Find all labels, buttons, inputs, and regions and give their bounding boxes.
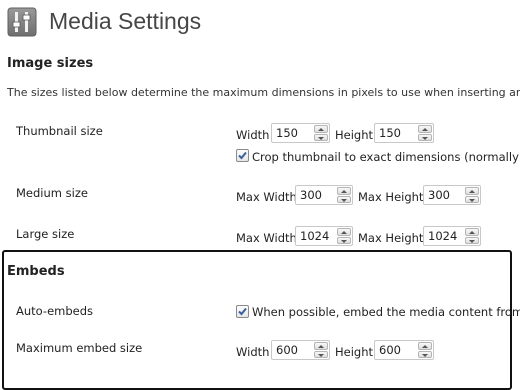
spin-down-icon[interactable] xyxy=(337,236,351,244)
checkmark-icon xyxy=(238,307,247,316)
crop-thumbnail-checkbox[interactable] xyxy=(236,149,249,162)
crop-thumbnail-label: Crop thumbnail to exact dimensions (norm… xyxy=(252,150,520,164)
thumbnail-width-value: 150 xyxy=(276,126,298,140)
embeds-highlight-box xyxy=(2,250,512,390)
auto-embeds-text: When possible, embed the media content f… xyxy=(252,305,520,319)
embed-height-input[interactable]: 600 xyxy=(374,340,434,360)
checkmark-icon xyxy=(238,151,247,160)
spin-down-icon[interactable] xyxy=(465,236,479,244)
page-title: Media Settings xyxy=(49,8,202,34)
section-title-embeds: Embeds xyxy=(7,264,65,279)
large-width-label: Max Width xyxy=(236,231,297,245)
spin-down-icon[interactable] xyxy=(418,350,432,358)
auto-embeds-checkbox[interactable] xyxy=(236,305,249,318)
spin-up-icon[interactable] xyxy=(337,228,351,236)
spin-down-icon[interactable] xyxy=(465,195,479,203)
spin-down-icon[interactable] xyxy=(314,133,328,141)
medium-width-label: Max Width xyxy=(236,190,297,204)
embed-width-value: 600 xyxy=(276,343,298,357)
spin-up-icon[interactable] xyxy=(418,125,432,133)
large-height-value: 1024 xyxy=(428,229,458,243)
large-height-label: Max Height xyxy=(358,231,424,245)
spin-up-icon[interactable] xyxy=(337,187,351,195)
medium-height-label: Max Height xyxy=(358,190,424,204)
medium-width-input[interactable]: 300 xyxy=(295,185,353,205)
spin-down-icon[interactable] xyxy=(337,195,351,203)
spin-up-icon[interactable] xyxy=(418,342,432,350)
large-size-label: Large size xyxy=(16,227,75,241)
large-height-input[interactable]: 1024 xyxy=(423,226,481,246)
embed-height-value: 600 xyxy=(379,343,401,357)
spin-down-icon[interactable] xyxy=(314,350,328,358)
auto-embeds-label: Auto-embeds xyxy=(16,304,94,318)
thumbnail-height-input[interactable]: 150 xyxy=(374,123,434,143)
spin-up-icon[interactable] xyxy=(314,125,328,133)
settings-sliders-icon xyxy=(7,7,37,37)
thumbnail-size-label: Thumbnail size xyxy=(16,124,103,138)
section-title-image-sizes: Image sizes xyxy=(7,56,94,71)
embed-height-label: Height xyxy=(335,345,374,359)
thumbnail-width-input[interactable]: 150 xyxy=(271,123,330,143)
max-embed-size-label: Maximum embed size xyxy=(16,341,143,355)
medium-height-input[interactable]: 300 xyxy=(423,185,481,205)
large-width-value: 1024 xyxy=(300,229,330,243)
thumbnail-width-label: Width xyxy=(236,128,270,142)
spin-up-icon[interactable] xyxy=(314,342,328,350)
thumbnail-height-value: 150 xyxy=(379,126,401,140)
embed-width-label: Width xyxy=(236,345,270,359)
medium-size-label: Medium size xyxy=(16,186,88,200)
large-width-input[interactable]: 1024 xyxy=(295,226,353,246)
spin-up-icon[interactable] xyxy=(465,187,479,195)
medium-width-value: 300 xyxy=(300,188,322,202)
thumbnail-height-label: Height xyxy=(335,128,374,142)
spin-up-icon[interactable] xyxy=(465,228,479,236)
image-sizes-description: The sizes listed below determine the max… xyxy=(7,86,520,99)
spin-down-icon[interactable] xyxy=(418,133,432,141)
medium-height-value: 300 xyxy=(428,188,450,202)
embed-width-input[interactable]: 600 xyxy=(271,340,330,360)
